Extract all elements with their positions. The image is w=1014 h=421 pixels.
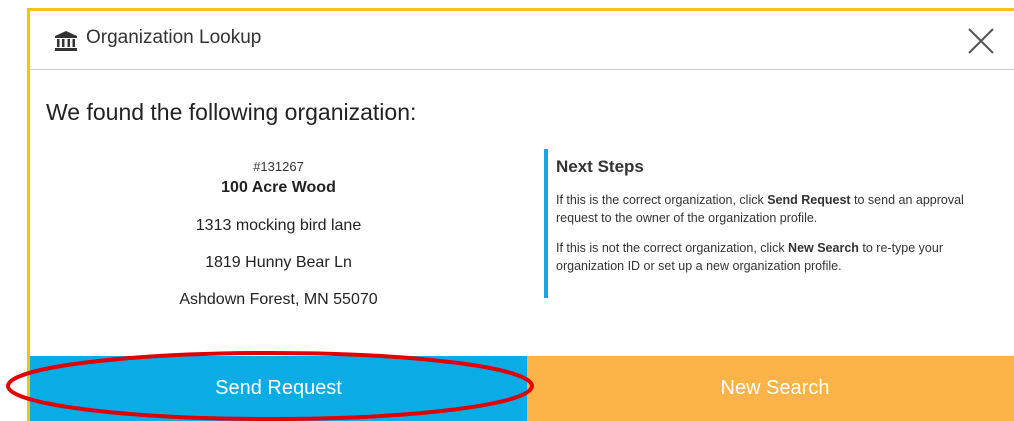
next-steps-p1-bold: Send Request [767,193,851,207]
organization-address-line2: 1819 Hunny Bear Ln [205,254,352,271]
next-steps-title: Next Steps [556,157,644,176]
institution-icon [54,31,78,51]
organization-address-line1: 1313 mocking bird lane [195,217,362,234]
send-request-button[interactable]: Send Request [30,356,527,421]
organization-details: #131267 100 Acre Wood 1313 mocking bird … [30,159,527,310]
next-steps-p2-before: If this is not the correct organization,… [556,241,789,255]
organization-city-state-zip: Ashdown Forest, MN 55070 [179,291,378,308]
organization-name: 100 Acre Wood [221,179,336,196]
close-icon[interactable] [966,26,996,56]
new-search-button[interactable]: New Search [527,356,1014,421]
next-steps-paragraph-new: If this is not the correct organization,… [556,239,984,275]
next-steps-panel: Next Steps If this is the correct organi… [544,149,984,298]
organization-lookup-dialog: Organization Lookup We found the followi… [27,8,1014,421]
dialog-header: Organization Lookup [30,11,1014,70]
dialog-title: Organization Lookup [86,27,262,48]
next-steps-p1-before: If this is the correct organization, cli… [556,193,768,207]
next-steps-paragraph-send: If this is the correct organization, cli… [556,191,984,227]
next-steps-p2-bold: New Search [788,241,859,255]
organization-id: #131267 [253,159,304,174]
found-organization-heading: We found the following organization: [46,99,417,125]
